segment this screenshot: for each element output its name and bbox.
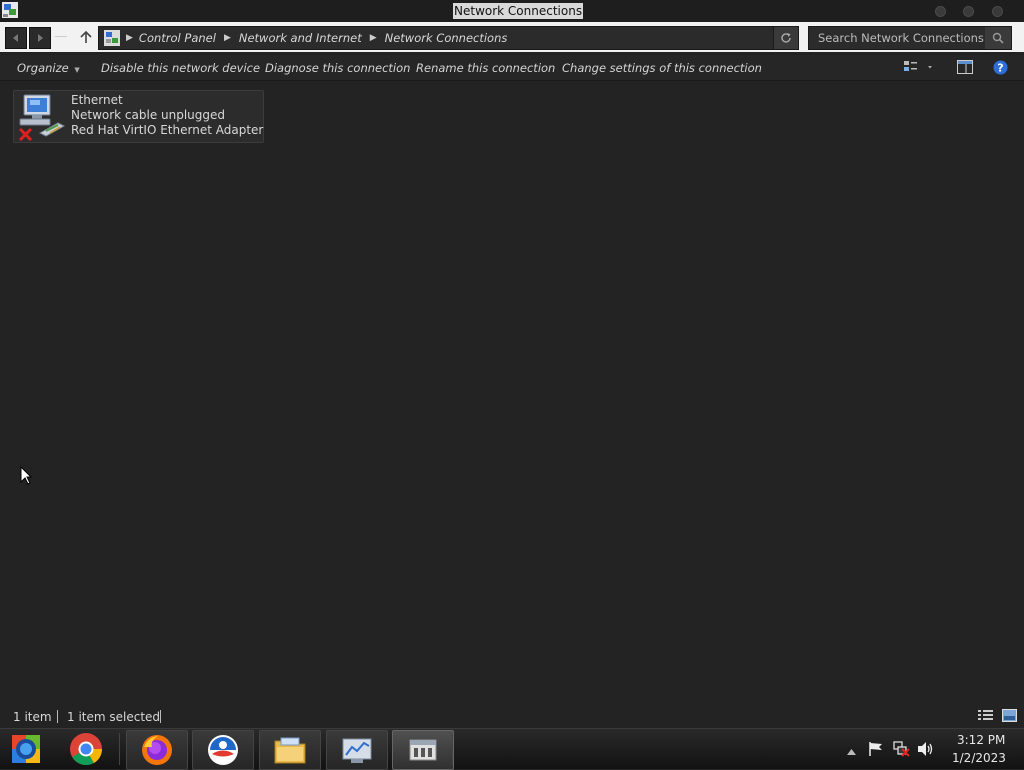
help-icon: ? bbox=[993, 60, 1008, 75]
status-separator bbox=[160, 710, 161, 723]
diagnose-connection-button[interactable]: Diagnose this connection bbox=[265, 61, 410, 75]
connections-list: Ethernet Network cable unplugged Red Hat… bbox=[0, 81, 1024, 701]
taskbar-firefox[interactable] bbox=[126, 730, 188, 770]
status-bar: 1 item 1 item selected bbox=[0, 707, 1024, 727]
network-adapter-icon bbox=[18, 93, 66, 142]
forward-button[interactable] bbox=[29, 27, 51, 49]
back-arrow-icon bbox=[13, 34, 18, 42]
adapter-name: Red Hat VirtIO Ethernet Adapter bbox=[71, 123, 264, 137]
address-bar[interactable]: ▶ Control Panel ▶ Network and Internet ▶… bbox=[98, 26, 775, 50]
volume-button[interactable] bbox=[917, 741, 935, 760]
details-view-icon bbox=[978, 710, 993, 720]
refresh-button[interactable] bbox=[773, 26, 799, 50]
taskbar-control-panel[interactable] bbox=[326, 730, 388, 770]
up-button[interactable] bbox=[76, 27, 96, 47]
change-settings-button[interactable]: Change settings of this connection bbox=[562, 61, 762, 75]
command-bar: Organize ▼ Disable this network device D… bbox=[0, 55, 1024, 81]
breadcrumb-arrow-icon[interactable]: ▶ bbox=[126, 33, 133, 43]
clock-time[interactable]: 3:12 PM bbox=[957, 733, 1005, 747]
minimize-button[interactable] bbox=[935, 6, 946, 17]
control-panel-icon bbox=[342, 738, 372, 763]
large-icons-view-button[interactable] bbox=[1002, 709, 1017, 725]
chevron-down-icon: ▼ bbox=[74, 66, 80, 74]
close-button[interactable] bbox=[992, 6, 1003, 17]
search-icon bbox=[992, 32, 1004, 44]
search-input[interactable] bbox=[809, 27, 992, 49]
breadcrumb-control-panel[interactable]: Control Panel bbox=[139, 31, 216, 45]
taskbar: 3:12 PM 1/2/2023 bbox=[0, 728, 1024, 770]
taskbar-separator bbox=[452, 733, 453, 765]
details-view-button[interactable] bbox=[978, 709, 993, 725]
forward-arrow-icon bbox=[38, 34, 43, 42]
action-center-button[interactable] bbox=[868, 741, 884, 760]
network-disconnected-icon bbox=[893, 741, 910, 757]
network-window-icon bbox=[409, 739, 437, 761]
selected-count: 1 item selected bbox=[67, 710, 161, 724]
preview-pane-icon bbox=[957, 60, 973, 74]
breadcrumb-network-connections[interactable]: Network Connections bbox=[385, 31, 508, 45]
search-box[interactable] bbox=[808, 26, 1012, 50]
svg-text:?: ? bbox=[997, 62, 1003, 75]
network-connections-app-icon[interactable] bbox=[2, 2, 18, 18]
view-options-icon bbox=[904, 61, 932, 71]
disable-device-button[interactable]: Disable this network device bbox=[101, 61, 260, 75]
search-button[interactable] bbox=[985, 27, 1011, 49]
status-separator bbox=[57, 710, 58, 723]
change-view-button[interactable] bbox=[903, 60, 933, 77]
refresh-icon bbox=[781, 33, 791, 43]
show-hidden-icons-button[interactable] bbox=[847, 744, 856, 758]
connection-status: Network cable unplugged bbox=[71, 108, 226, 122]
edge-icon bbox=[208, 735, 238, 765]
taskbar-separator bbox=[119, 733, 120, 765]
tiles-view-icon bbox=[1002, 709, 1017, 722]
network-tray-button[interactable] bbox=[893, 741, 911, 760]
chevron-up-icon bbox=[847, 749, 856, 755]
preview-pane-button[interactable] bbox=[957, 60, 973, 77]
ethernet-connection-item[interactable]: Ethernet Network cable unplugged Red Hat… bbox=[13, 90, 264, 143]
breadcrumb-arrow-icon[interactable]: ▶ bbox=[224, 33, 231, 43]
chrome-icon bbox=[70, 733, 103, 766]
firefox-icon bbox=[142, 735, 172, 765]
speaker-icon bbox=[918, 742, 933, 756]
organize-label: Organize bbox=[17, 61, 69, 75]
clock-date[interactable]: 1/2/2023 bbox=[952, 751, 1006, 765]
breadcrumb-arrow-icon[interactable]: ▶ bbox=[370, 33, 377, 43]
breadcrumb-network-and-internet[interactable]: Network and Internet bbox=[239, 31, 362, 45]
recent-locations-dropdown[interactable] bbox=[55, 36, 67, 37]
title-bar: Network Connections bbox=[0, 0, 1024, 22]
connection-name: Ethernet bbox=[71, 93, 123, 107]
file-explorer-icon bbox=[274, 737, 306, 764]
mouse-cursor-icon bbox=[20, 465, 33, 488]
help-button[interactable]: ? bbox=[993, 60, 1008, 78]
flag-icon bbox=[869, 742, 882, 756]
rename-connection-button[interactable]: Rename this connection bbox=[416, 61, 555, 75]
window-title: Network Connections bbox=[453, 3, 584, 19]
start-orb-icon bbox=[12, 735, 40, 763]
address-row: ▶ Control Panel ▶ Network and Internet ▶… bbox=[0, 22, 1024, 52]
taskbar-file-explorer[interactable] bbox=[259, 730, 321, 770]
start-button[interactable] bbox=[2, 730, 50, 768]
organize-button[interactable]: Organize ▼ bbox=[17, 61, 80, 75]
taskbar-edge[interactable] bbox=[192, 730, 254, 770]
control-panel-small-icon bbox=[104, 30, 120, 46]
taskbar-chrome[interactable] bbox=[56, 730, 116, 768]
maximize-button[interactable] bbox=[963, 6, 974, 17]
taskbar-network-connections[interactable] bbox=[392, 730, 454, 770]
up-arrow-icon bbox=[80, 30, 92, 43]
back-button[interactable] bbox=[5, 27, 27, 49]
error-x-icon bbox=[18, 127, 33, 142]
item-count: 1 item bbox=[13, 710, 52, 724]
